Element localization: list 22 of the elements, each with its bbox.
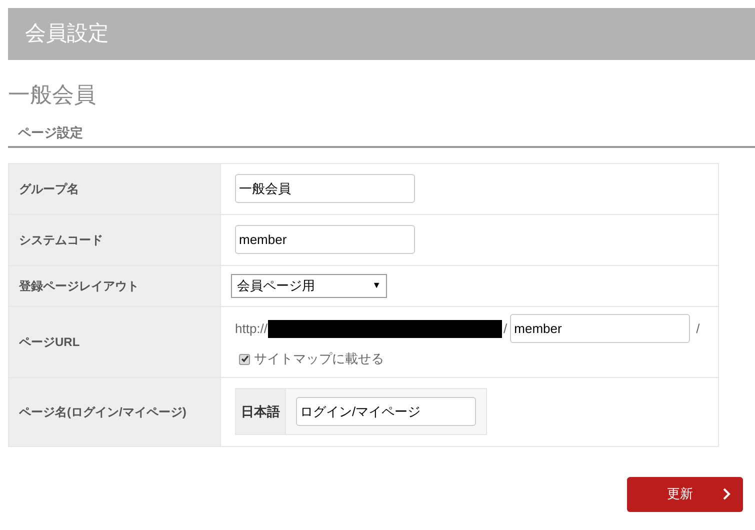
url-field[interactable]: member: [510, 314, 690, 344]
url-prefix: http://: [235, 320, 268, 338]
chevron-right-icon: [723, 488, 731, 500]
text-field[interactable]: 一般会員: [235, 174, 415, 203]
sitemap-checkbox[interactable]: [239, 354, 250, 364]
field-label: ページURL: [19, 334, 80, 350]
language-label: 日本語: [236, 389, 286, 434]
page-title: 一般会員: [8, 81, 97, 109]
header-title: 会員設定: [25, 21, 109, 48]
text-field[interactable]: member: [235, 225, 415, 254]
layout-dropdown[interactable]: 会員ページ用 ▼: [231, 274, 387, 298]
update-button[interactable]: 更新: [627, 476, 743, 512]
field-label: グループ名: [19, 180, 79, 198]
check-icon: [240, 355, 248, 363]
field-label: システムコード: [19, 232, 103, 248]
sitemap-label: サイトマップに載せる: [254, 350, 384, 368]
page-name-field[interactable]: ログイン/マイページ: [296, 397, 476, 426]
url-suffix: /: [696, 320, 700, 338]
field-label: 登録ページレイアウト: [19, 278, 139, 294]
field-label: ページ名(ログイン/マイページ): [19, 404, 186, 420]
url-separator: /: [504, 320, 508, 338]
section-title: ページ設定: [18, 124, 84, 142]
